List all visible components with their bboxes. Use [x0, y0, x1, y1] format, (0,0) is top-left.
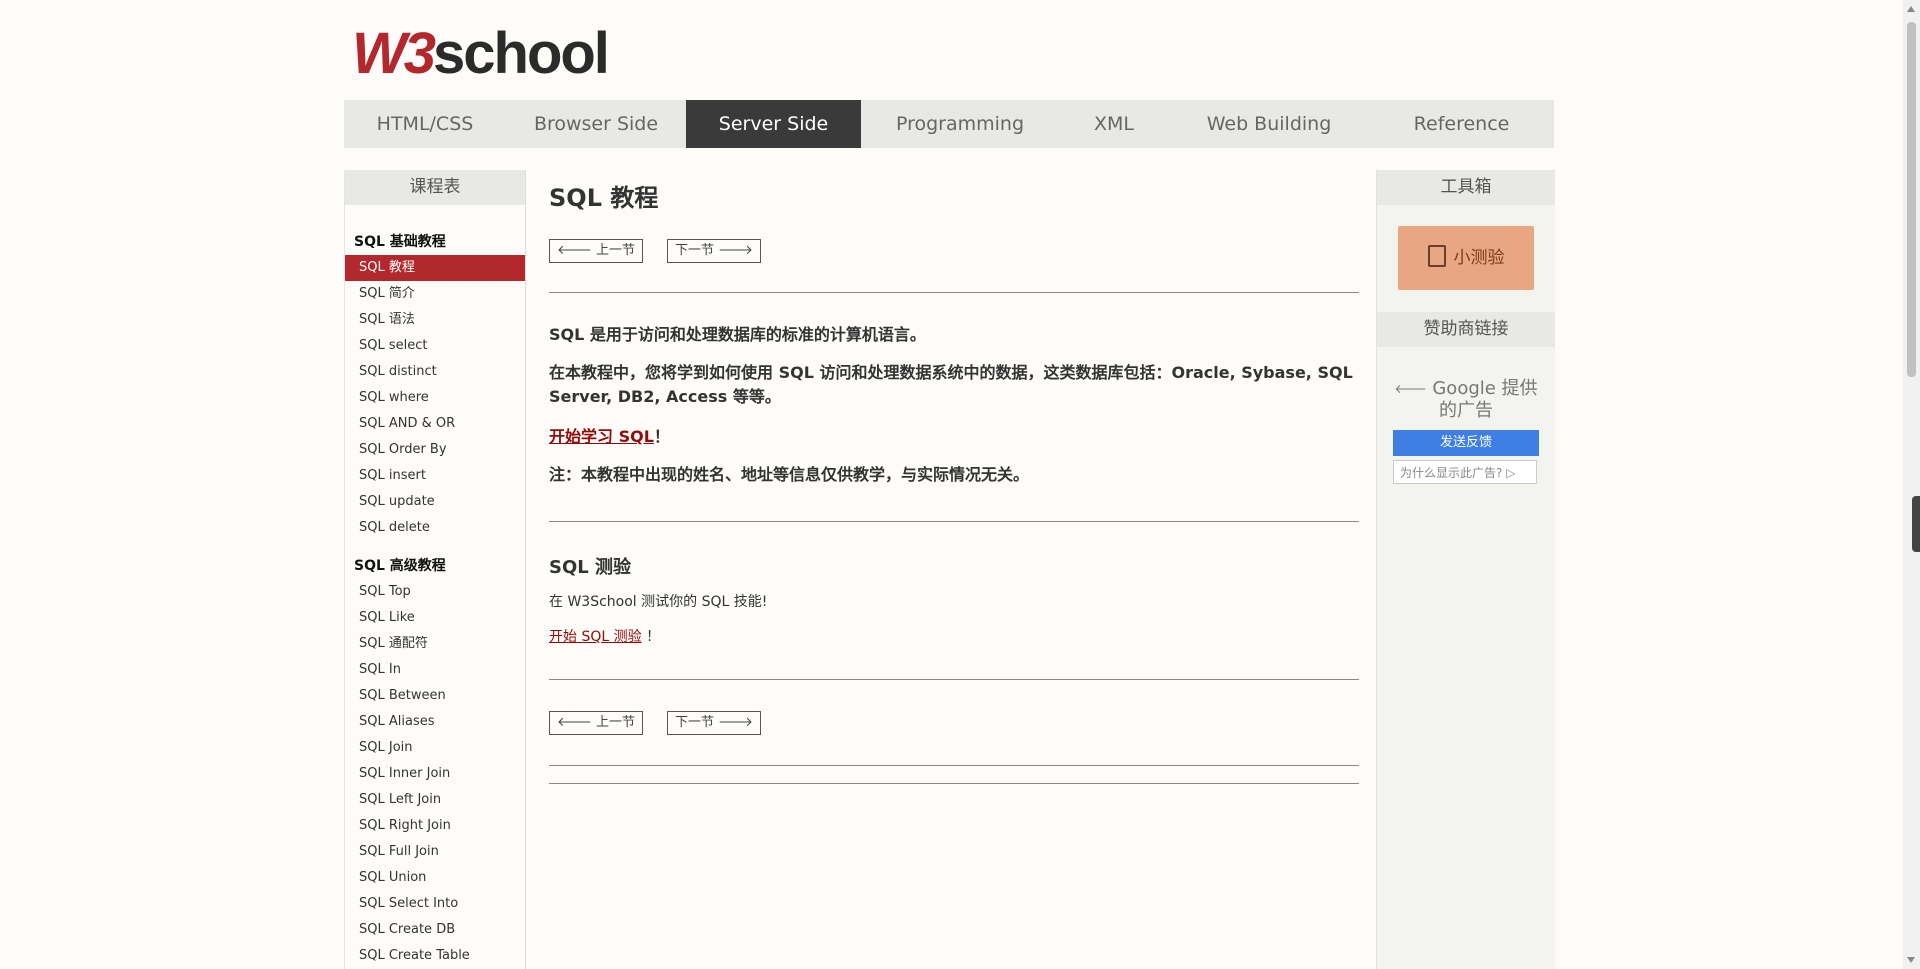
- divider: [549, 765, 1359, 766]
- tab-web-building[interactable]: Web Building: [1169, 100, 1369, 148]
- prev-button[interactable]: 🡐 上一节: [549, 711, 643, 735]
- arrow-right-icon: 🡒: [718, 243, 754, 258]
- sidebar-item[interactable]: SQL where: [345, 385, 525, 411]
- right-sidebar: 工具箱 小测验 赞助商链接 🡐 Google 提供的广告 发送反馈 为什么显示此…: [1376, 170, 1555, 969]
- sidebar-group-title: SQL 高级教程: [354, 558, 446, 574]
- sidebar-item[interactable]: SQL Top: [345, 579, 525, 605]
- sponsor-title: 赞助商链接: [1377, 312, 1555, 347]
- exclaim: ！: [653, 427, 670, 446]
- toolbox-title: 工具箱: [1377, 170, 1555, 205]
- ad-google-text: Google 提供的广告: [1432, 378, 1538, 421]
- ad-why-button[interactable]: 为什么显示此广告? ▷: [1393, 460, 1537, 484]
- left-sidebar: 课程表 SQL 基础教程 SQL 教程 SQL 简介 SQL 语法 SQL se…: [344, 170, 526, 969]
- sidebar-item[interactable]: SQL insert: [345, 463, 525, 489]
- divider: [549, 292, 1359, 293]
- start-paragraph: 开始学习 SQL！: [549, 425, 1359, 449]
- sidebar-item[interactable]: SQL Between: [345, 683, 525, 709]
- ad-why-label: 为什么显示此广告?: [1400, 466, 1503, 480]
- logo-w3: W3: [352, 21, 436, 86]
- sidebar-item[interactable]: SQL AND & OR: [345, 411, 525, 437]
- next-label: 下一节: [674, 715, 714, 730]
- next-button[interactable]: 下一节 🡒: [667, 239, 761, 263]
- tab-html-css[interactable]: HTML/CSS: [344, 100, 506, 148]
- arrow-right-icon: 🡒: [718, 715, 754, 730]
- divider: [549, 783, 1359, 784]
- sidebar-title: 课程表: [345, 170, 525, 205]
- side-panel-handle[interactable]: [1912, 496, 1920, 552]
- top-navigation: HTML/CSS Browser Side Server Side Progra…: [344, 100, 1554, 148]
- tab-reference[interactable]: Reference: [1369, 100, 1554, 148]
- tab-programming[interactable]: Programming: [861, 100, 1059, 148]
- sidebar-item[interactable]: SQL Full Join: [345, 839, 525, 865]
- start-quiz-link[interactable]: 开始 SQL 测验: [549, 629, 642, 645]
- tab-server-side[interactable]: Server Side: [686, 100, 861, 148]
- logo-school: school: [433, 21, 610, 86]
- sidebar-item[interactable]: SQL Create Table: [345, 943, 525, 969]
- sidebar-item[interactable]: SQL select: [345, 333, 525, 359]
- quiz-section-title: SQL 测验: [549, 557, 632, 578]
- scroll-up-icon[interactable]: [1907, 6, 1915, 12]
- w3school-logo[interactable]: W3school: [352, 20, 610, 86]
- sidebar-item[interactable]: SQL Create DB: [345, 917, 525, 943]
- sidebar-item[interactable]: SQL Select Into: [345, 891, 525, 917]
- ad-label: 🡐 Google 提供的广告: [1393, 378, 1539, 422]
- next-label: 下一节: [674, 243, 714, 258]
- prev-label: 上一节: [596, 715, 636, 730]
- ad-feedback-button[interactable]: 发送反馈: [1393, 430, 1539, 456]
- sidebar-item[interactable]: SQL In: [345, 657, 525, 683]
- pager-bottom: 🡐 上一节 下一节 🡒: [549, 711, 761, 735]
- quiz-paragraph: 开始 SQL 测验 ！: [549, 625, 1359, 649]
- sidebar-item[interactable]: SQL 语法: [345, 307, 525, 333]
- prev-label: 上一节: [596, 243, 636, 258]
- sidebar-item[interactable]: SQL Right Join: [345, 813, 525, 839]
- sidebar-item[interactable]: SQL Left Join: [345, 787, 525, 813]
- prev-button[interactable]: 🡐 上一节: [549, 239, 643, 263]
- description-text: 在本教程中，您将学到如何使用 SQL 访问和处理数据系统中的数据，这类数据库包括…: [549, 363, 1353, 406]
- pager-top: 🡐 上一节 下一节 🡒: [549, 239, 761, 263]
- sidebar-item[interactable]: SQL Inner Join: [345, 761, 525, 787]
- sidebar-item[interactable]: SQL 通配符: [345, 631, 525, 657]
- page-scrollbar[interactable]: [1903, 0, 1920, 969]
- sidebar-item[interactable]: SQL 简介: [345, 281, 525, 307]
- arrow-left-icon: 🡐: [556, 715, 592, 730]
- sidebar-item[interactable]: SQL Union: [345, 865, 525, 891]
- sidebar-item[interactable]: SQL Join: [345, 735, 525, 761]
- quiz-text: 在 W3School 测试你的 SQL 技能!: [549, 594, 768, 610]
- sidebar-item[interactable]: SQL Like: [345, 605, 525, 631]
- divider: [549, 521, 1359, 522]
- sidebar-item[interactable]: SQL distinct: [345, 359, 525, 385]
- page-wrapper: W3school HTML/CSS Browser Side Server Si…: [344, 0, 1555, 969]
- sidebar-item[interactable]: SQL Order By: [345, 437, 525, 463]
- next-button[interactable]: 下一节 🡒: [667, 711, 761, 735]
- intro-text: SQL 是用于访问和处理数据库的标准的计算机语言。: [549, 325, 926, 344]
- tab-browser-side[interactable]: Browser Side: [506, 100, 686, 148]
- sidebar-item[interactable]: SQL delete: [345, 515, 525, 541]
- sidebar-item[interactable]: SQL Aliases: [345, 709, 525, 735]
- divider: [549, 679, 1359, 680]
- scroll-thumb[interactable]: [1907, 22, 1916, 377]
- info-icon: ▷: [1506, 466, 1516, 480]
- exclaim: ！: [646, 629, 661, 645]
- scroll-down-icon[interactable]: [1907, 957, 1915, 963]
- ad-box: 🡐 Google 提供的广告 发送反馈 为什么显示此广告? ▷: [1393, 378, 1539, 484]
- sidebar-group-title: SQL 基础教程: [354, 234, 446, 250]
- clipboard-icon: [1427, 245, 1446, 267]
- sidebar-item[interactable]: SQL update: [345, 489, 525, 515]
- tab-xml[interactable]: XML: [1059, 100, 1169, 148]
- arrow-left-icon: 🡐: [556, 243, 592, 258]
- note-text: 注：本教程中出现的姓名、地址等信息仅供教学，与实际情况无关。: [549, 465, 1030, 484]
- quiz-button[interactable]: 小测验: [1398, 226, 1534, 290]
- start-learning-link[interactable]: 开始学习 SQL: [549, 427, 654, 446]
- quiz-button-label: 小测验: [1453, 248, 1505, 268]
- back-arrow-icon[interactable]: 🡐: [1394, 382, 1426, 396]
- page-title: SQL 教程: [549, 184, 659, 212]
- sidebar-item[interactable]: SQL 教程: [345, 255, 525, 281]
